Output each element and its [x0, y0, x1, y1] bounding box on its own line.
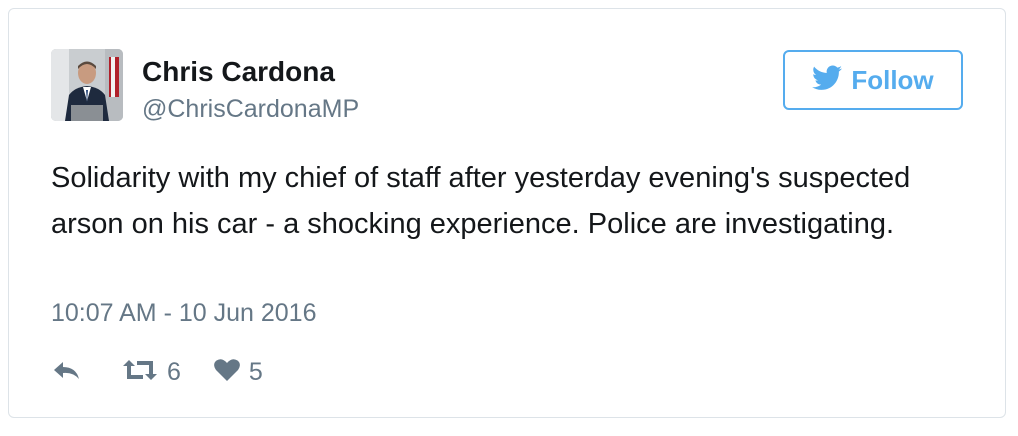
tweet-card: Chris Cardona @ChrisCardonaMP Follow Sol… — [8, 8, 1006, 418]
like-button[interactable]: 5 — [213, 358, 263, 387]
retweet-count: 6 — [167, 357, 181, 386]
tweet-timestamp[interactable]: 10:07 AM - 10 Jun 2016 — [51, 299, 316, 328]
avatar[interactable] — [51, 49, 123, 121]
reply-icon — [51, 359, 81, 386]
tweet-text: Solidarity with my chief of staff after … — [51, 162, 911, 240]
reply-button[interactable] — [51, 359, 81, 386]
tweet-actions: 6 5 — [51, 355, 263, 389]
follow-label: Follow — [851, 64, 934, 95]
follow-button[interactable]: Follow — [783, 50, 963, 110]
author-name[interactable]: Chris Cardona — [142, 56, 335, 88]
twitter-bird-icon — [812, 65, 843, 96]
avatar-photo — [51, 49, 123, 121]
author-handle[interactable]: @ChrisCardonaMP — [142, 95, 359, 124]
retweet-icon — [121, 358, 159, 387]
retweet-button[interactable]: 6 — [121, 358, 181, 387]
heart-icon — [213, 358, 241, 387]
like-count: 5 — [248, 357, 263, 386]
